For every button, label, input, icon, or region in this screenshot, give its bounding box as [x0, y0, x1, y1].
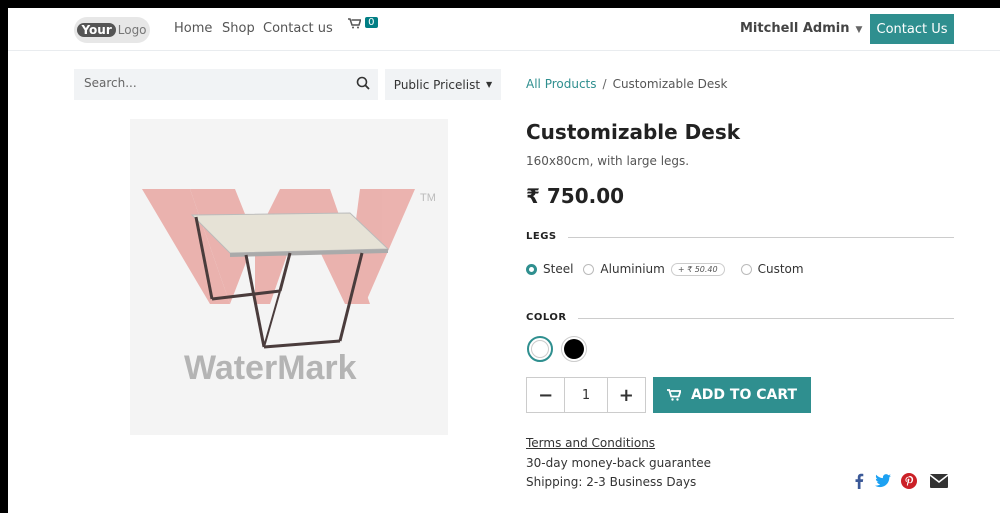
watermark-text: WaterMark — [184, 349, 357, 387]
trademark-text: TM — [420, 192, 436, 204]
add-to-cart-label: ADD TO CART — [690, 387, 798, 403]
legs-label: LEGS — [526, 231, 557, 242]
email-icon[interactable] — [930, 472, 948, 490]
add-to-cart-button[interactable]: ADD TO CART — [653, 377, 811, 413]
color-swatch-black[interactable] — [561, 336, 587, 362]
color-swatch-white[interactable] — [527, 336, 553, 362]
quantity-value[interactable]: 1 — [564, 378, 608, 412]
quantity-stepper: − 1 + — [526, 377, 646, 413]
product-description: 160x80cm, with large legs. — [526, 154, 690, 168]
breadcrumb-separator: / — [602, 77, 607, 91]
top-navbar: Your Logo Home Shop Contact us 0 Mitchel… — [8, 8, 1000, 51]
terms-link[interactable]: Terms and Conditions — [526, 436, 655, 450]
cart-icon — [666, 389, 681, 401]
search-bar — [74, 69, 378, 100]
swatch-fill — [531, 340, 549, 358]
legs-option-aluminium[interactable]: Aluminium + ₹ 50.40 — [583, 262, 725, 276]
caret-down-icon: ▼ — [855, 25, 863, 35]
cart-icon — [348, 18, 362, 29]
radio-icon[interactable] — [583, 263, 595, 275]
legs-options: Steel Aluminium + ₹ 50.40 Custom — [526, 260, 814, 278]
logo[interactable]: Your Logo — [74, 17, 150, 43]
legs-option-steel[interactable]: Steel — [526, 262, 573, 276]
nav-contact-us[interactable]: Contact us — [263, 21, 333, 36]
pricelist-label: Public Pricelist — [393, 77, 481, 92]
shipping-text: Shipping: 2-3 Business Days — [526, 475, 697, 489]
pinterest-icon[interactable] — [900, 472, 918, 490]
breadcrumb-all-products[interactable]: All Products — [526, 77, 597, 91]
pricelist-dropdown[interactable]: Public Pricelist ▼ — [385, 69, 501, 100]
search-icon[interactable] — [356, 76, 370, 90]
twitter-icon[interactable] — [874, 472, 892, 490]
divider — [568, 237, 954, 238]
option-label: Aluminium — [600, 262, 665, 276]
guarantee-text: 30-day money-back guarantee — [526, 456, 711, 470]
divider — [578, 318, 954, 319]
radio-icon[interactable] — [740, 263, 752, 275]
option-label: Custom — [757, 262, 804, 276]
facebook-icon[interactable] — [850, 472, 868, 490]
breadcrumb: All Products / Customizable Desk — [526, 77, 728, 91]
price-extra-badge: + ₹ 50.40 — [670, 262, 725, 276]
color-label: COLOR — [526, 312, 567, 323]
product-price: ₹ 750.00 — [526, 184, 625, 208]
desk-illustration: TM WaterMark — [142, 189, 436, 387]
contact-us-button[interactable]: Contact Us — [870, 14, 954, 44]
nav-home[interactable]: Home — [174, 21, 212, 36]
swatch-fill — [564, 339, 584, 359]
cart-link[interactable]: 0 — [348, 17, 378, 33]
page: Your Logo Home Shop Contact us 0 Mitchel… — [8, 8, 1000, 513]
user-name: Mitchell Admin — [740, 21, 850, 36]
radio-checked-icon[interactable] — [526, 263, 537, 275]
search-input[interactable] — [82, 75, 336, 91]
cart-count-badge: 0 — [365, 17, 378, 28]
breadcrumb-current: Customizable Desk — [612, 77, 728, 91]
option-label: Steel — [543, 262, 574, 276]
quantity-minus-button[interactable]: − — [527, 378, 564, 412]
nav-shop[interactable]: Shop — [222, 21, 255, 36]
product-title: Customizable Desk — [526, 120, 741, 144]
logo-secondary-text: Logo — [117, 23, 147, 37]
user-menu[interactable]: Mitchell Admin ▼ — [740, 21, 862, 36]
quantity-plus-button[interactable]: + — [608, 378, 645, 412]
logo-main-text: Your — [77, 23, 116, 37]
legs-option-custom[interactable]: Custom — [740, 262, 804, 276]
caret-down-icon: ▼ — [486, 80, 493, 89]
product-image[interactable]: TM WaterMark — [130, 119, 448, 435]
